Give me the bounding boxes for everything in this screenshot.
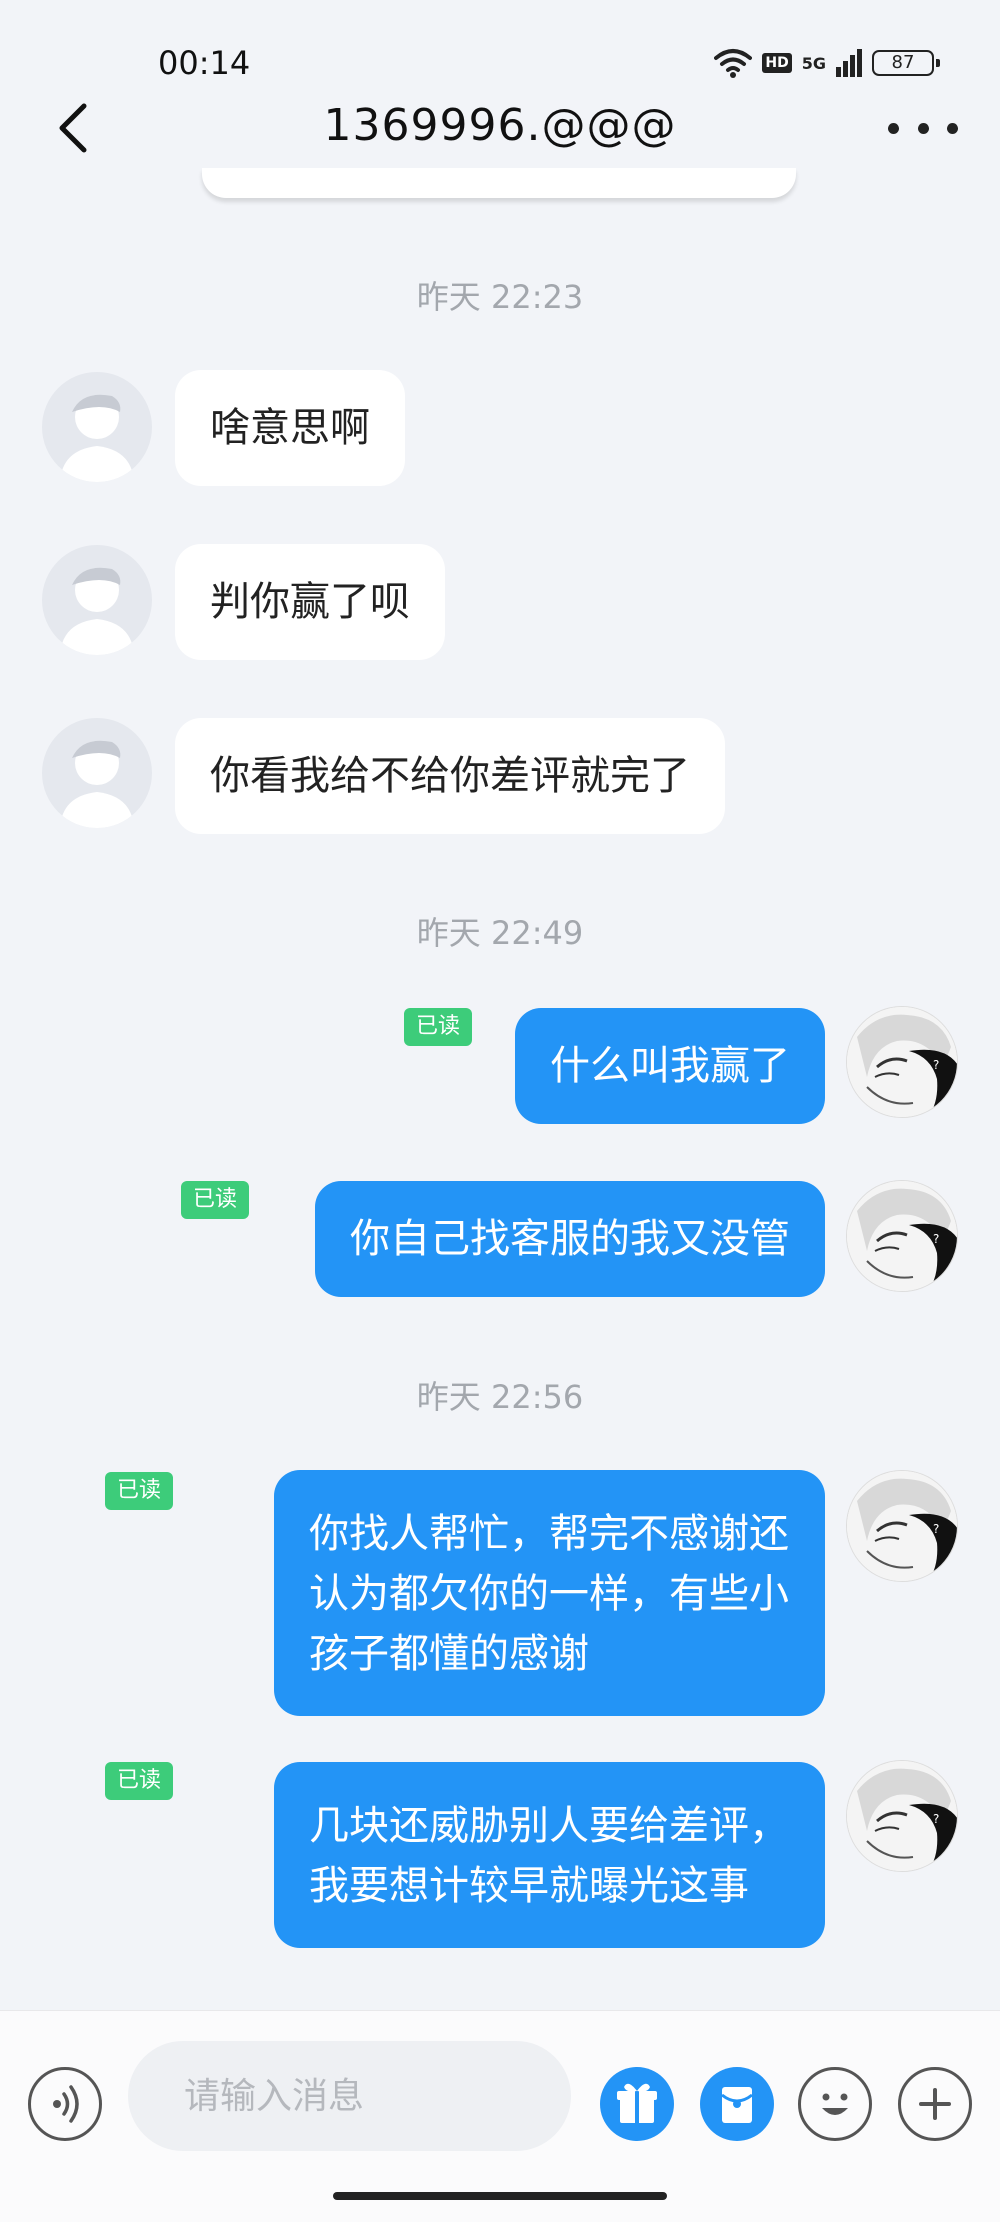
hd-icon: HD (762, 53, 792, 73)
timestamp: 昨天 22:49 (416, 914, 584, 952)
red-packet-button[interactable] (700, 2067, 774, 2141)
svg-text:?: ? (933, 1232, 939, 1246)
voice-button[interactable] (28, 2067, 102, 2141)
message-bubble-outgoing[interactable]: 你找人帮忙，帮完不感谢还 认为都欠你的一样，有些小 孩子都懂的感谢 (274, 1470, 825, 1716)
wifi-icon (714, 49, 753, 78)
message-input[interactable] (128, 2041, 571, 2151)
message-line: 孩子都懂的感谢 (309, 1631, 589, 1677)
message-line: 我要想计较早就曝光这事 (309, 1863, 749, 1909)
message-bubble-incoming[interactable]: 你看我给不给你差评就完了 (175, 718, 725, 834)
voice-icon (53, 2085, 79, 2123)
message-bubble-outgoing[interactable]: 几块还威胁别人要给差评， 我要想计较早就曝光这事 (274, 1762, 825, 1948)
avatar[interactable]: ? (846, 1180, 958, 1292)
composer-bar (0, 2010, 1000, 2222)
read-status-badge: 已读 (105, 1762, 174, 1800)
svg-text:?: ? (933, 1812, 939, 1826)
read-status-badge: 已读 (181, 1181, 250, 1219)
manga-avatar-icon: ? (847, 1761, 957, 1871)
avatar[interactable] (42, 545, 152, 655)
read-status-badge: 已读 (105, 1472, 174, 1510)
plus-icon (919, 2088, 951, 2120)
emoji-icon (822, 2093, 848, 2115)
avatar[interactable]: ? (846, 1006, 958, 1118)
message-bubble-outgoing[interactable]: 你自己找客服的我又没管 (315, 1181, 825, 1297)
default-avatar-icon (60, 567, 134, 655)
default-avatar-icon (60, 740, 134, 828)
message-bubble-outgoing[interactable]: 什么叫我赢了 (515, 1008, 825, 1124)
avatar[interactable] (42, 718, 152, 828)
default-avatar-icon (60, 394, 134, 482)
network-label: 5G (801, 53, 826, 73)
manga-avatar-icon: ? (847, 1007, 957, 1117)
red-packet-icon (721, 2087, 753, 2123)
manga-avatar-icon: ? (847, 1471, 957, 1581)
gift-icon (617, 2083, 657, 2123)
status-time: 00:14 (158, 44, 251, 82)
message-line: 认为都欠你的一样，有些小 (309, 1571, 789, 1617)
signal-icon (836, 49, 862, 77)
add-button[interactable] (898, 2067, 972, 2141)
avatar[interactable]: ? (846, 1760, 958, 1872)
avatar[interactable] (42, 372, 152, 482)
manga-avatar-icon: ? (847, 1181, 957, 1291)
avatar[interactable]: ? (846, 1470, 958, 1582)
gift-button[interactable] (600, 2067, 674, 2141)
home-indicator[interactable] (333, 2192, 667, 2200)
battery-icon: 87 (872, 50, 940, 76)
svg-text:?: ? (933, 1522, 939, 1536)
message-line: 几块还威胁别人要给差评， (309, 1803, 789, 1849)
more-dots-icon[interactable] (888, 110, 958, 146)
emoji-button[interactable] (798, 2067, 872, 2141)
message-line: 你找人帮忙，帮完不感谢还 (309, 1511, 789, 1557)
message-bubble-incoming[interactable]: 啥意思啊 (175, 370, 405, 486)
pinned-card[interactable] (202, 168, 796, 198)
chat-title: 1369996.@@@ (323, 100, 677, 151)
timestamp: 昨天 22:56 (416, 1378, 584, 1416)
status-icons: HD 5G 87 (714, 48, 940, 78)
chat-screen: 00:14 HD 5G 87 1369996.@@@ 昨天 22:23 啥意思啊… (0, 0, 1000, 2222)
message-bubble-incoming[interactable]: 判你赢了呗 (175, 544, 445, 660)
svg-text:?: ? (933, 1058, 939, 1072)
read-status-badge: 已读 (404, 1008, 473, 1046)
timestamp: 昨天 22:23 (416, 278, 584, 316)
